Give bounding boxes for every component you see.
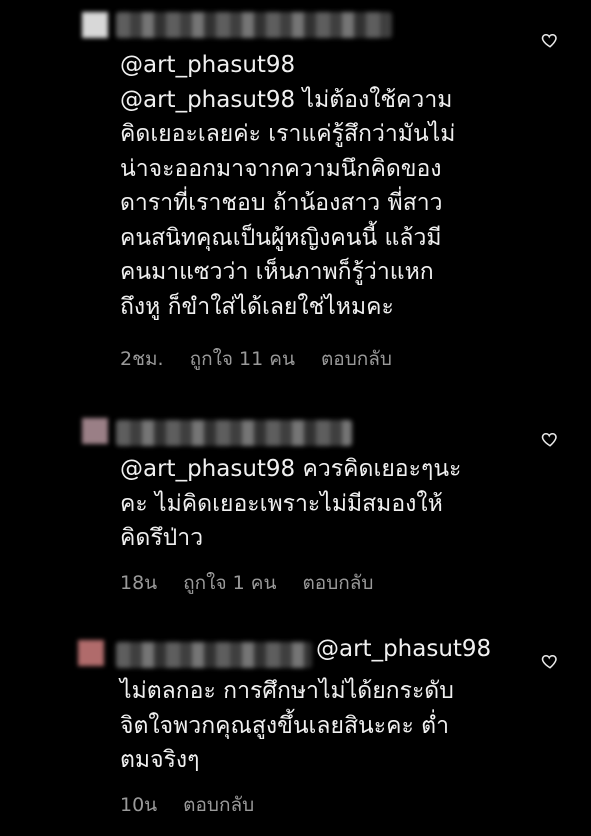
comment-line: คนมาแซวว่า เห็นภาพก็รู้ว่าแหก <box>120 259 434 285</box>
comment-line: ดาราที่เราชอบ ถ้าน้องสาว พี่สาว <box>120 190 443 216</box>
avatar[interactable] <box>82 418 108 444</box>
heart-outline-icon[interactable] <box>541 430 559 448</box>
comment-line: คะ ไม่คิดเยอะเพราะไม่มีสมองให้ <box>120 490 443 517</box>
like-count[interactable]: ถูกใจ 1 คน <box>183 568 276 598</box>
like-count[interactable]: ถูกใจ 11 คน <box>190 344 295 374</box>
comment-line: น่าจะออกมาจากความนึกคิดของ <box>120 155 442 182</box>
comment-line: ตมจริงๆ <box>120 747 200 773</box>
username-blurred[interactable] <box>116 12 392 38</box>
heart-outline-icon[interactable] <box>541 31 559 49</box>
comment-text: ไม่ตลกอะ การศึกษาไม่ได้ยกระดับ จิตใจพวกค… <box>120 674 540 778</box>
reply-button[interactable]: ตอบกลับ <box>183 790 254 820</box>
heart-outline-icon[interactable] <box>541 652 559 670</box>
comment-meta: 10น ตอบกลับ <box>120 790 254 820</box>
comment-line: ถึงหู ก็ขำใส่ได้เลยใช่ไหมคะ <box>120 293 394 320</box>
username-blurred[interactable] <box>116 420 352 446</box>
comment-line: @art_phasut98 ควรคิดเยอะๆนะ <box>120 456 462 482</box>
comment-line: จิตใจพวกคุณสูงขึ้นเลยสินะคะ ต่ำ <box>120 712 450 739</box>
comment-line: @art_phasut98 ไม่ต้องใช้ความ <box>120 86 453 113</box>
reply-button[interactable]: ตอบกลับ <box>302 568 373 598</box>
comment-meta: 18น ถูกใจ 1 คน ตอบกลับ <box>120 568 374 598</box>
username-blurred[interactable] <box>116 642 312 668</box>
mention-link[interactable]: @art_phasut98 <box>120 48 540 83</box>
comment-line: คิดรึป่าว <box>120 525 204 551</box>
comment-line: ไม่ตลกอะ การศึกษาไม่ได้ยกระดับ <box>120 678 454 704</box>
timestamp: 2ชม. <box>120 348 164 370</box>
avatar[interactable] <box>78 640 104 666</box>
comment-line: คิดเยอะเลยค่ะ เราแค่รู้สึกว่ามันไม่ <box>120 121 456 147</box>
timestamp: 10น <box>120 794 158 816</box>
mention-link[interactable]: @art_phasut98 <box>316 636 491 662</box>
comment-text: @art_phasut98 ควรคิดเยอะๆนะ คะ ไม่คิดเยอ… <box>120 452 540 556</box>
comment-line: คนสนิทคุณเป็นผู้หญิงคนนี้ แล้วมี <box>120 224 442 251</box>
avatar[interactable] <box>82 12 108 38</box>
comment-meta: 2ชม. ถูกใจ 11 คน ตอบกลับ <box>120 344 392 374</box>
reply-button[interactable]: ตอบกลับ <box>321 344 392 374</box>
comment-text: @art_phasut98 @art_phasut98 ไม่ต้องใช้คว… <box>120 48 540 324</box>
timestamp: 18น <box>120 572 158 594</box>
